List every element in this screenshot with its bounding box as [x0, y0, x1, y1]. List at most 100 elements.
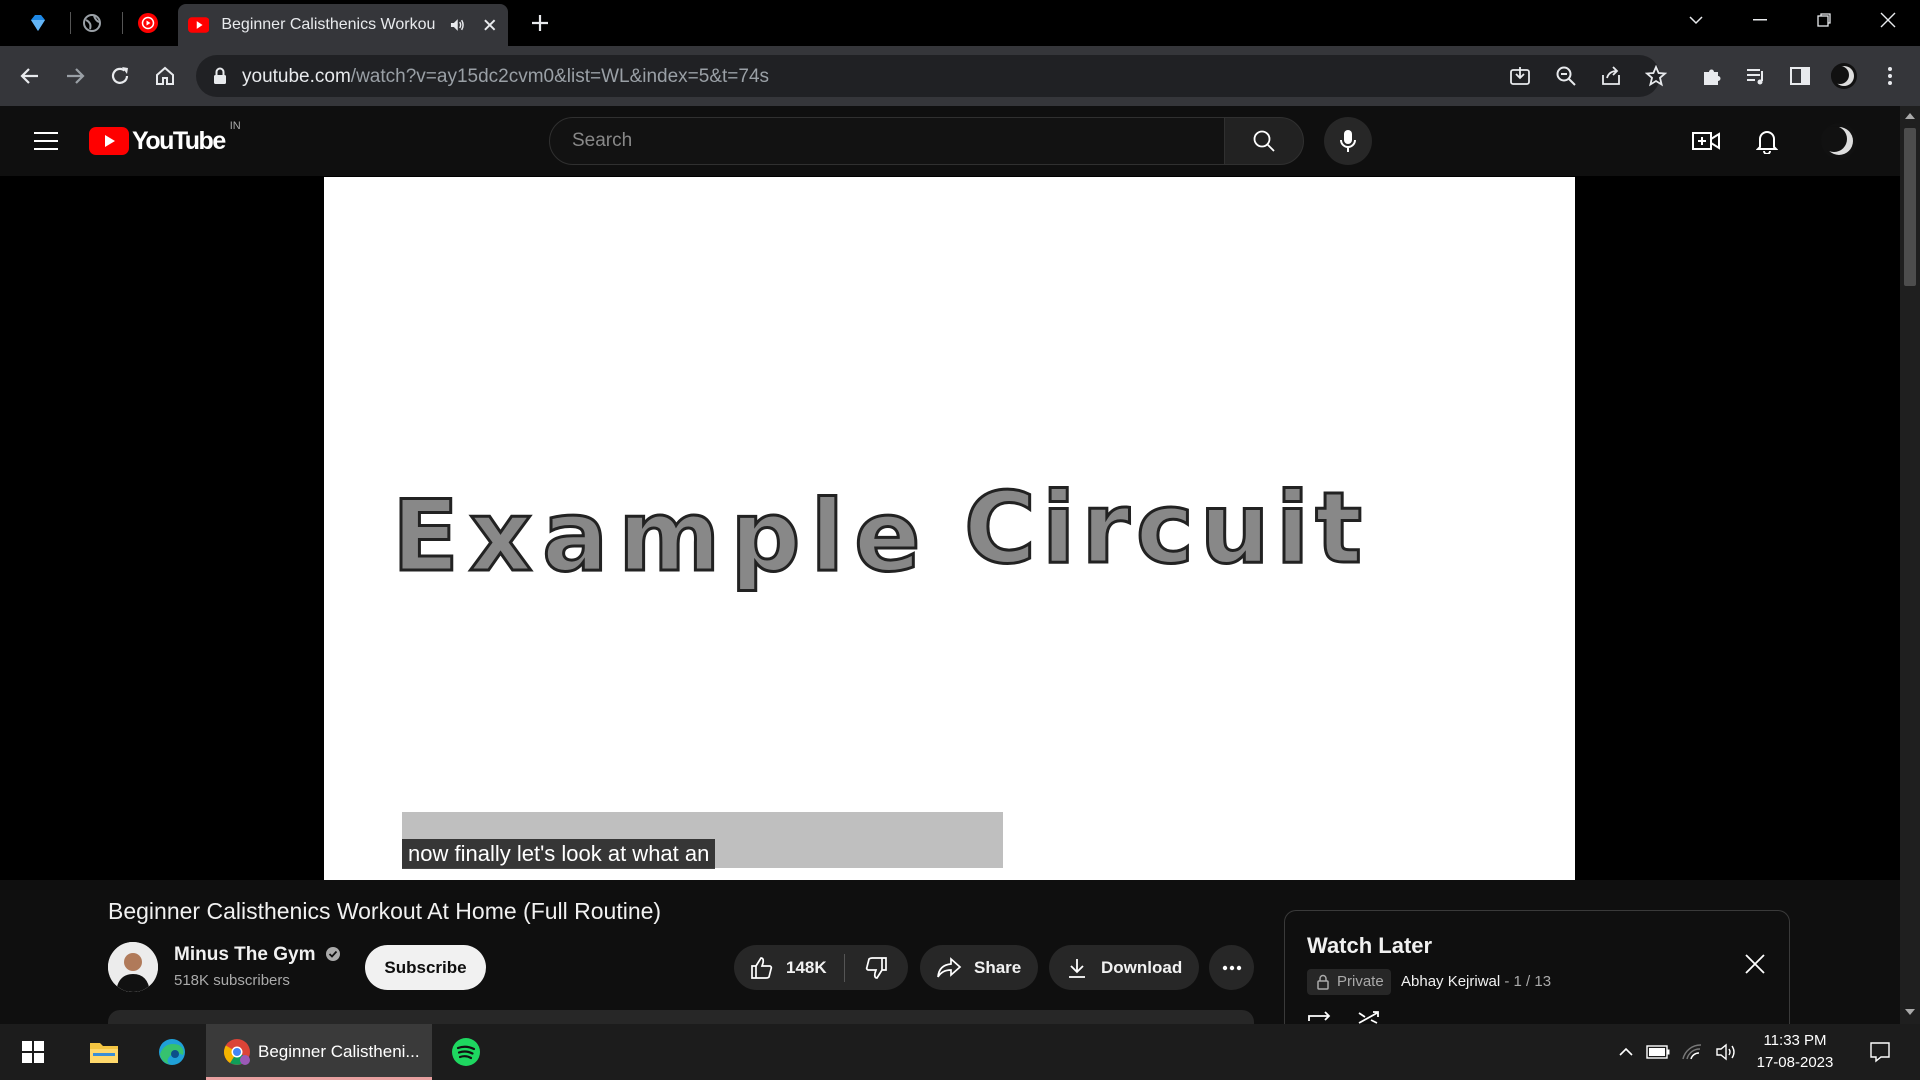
bookmark-star-icon[interactable] — [1645, 65, 1667, 87]
search-button[interactable] — [1224, 117, 1304, 165]
taskbar-file-explorer[interactable] — [82, 1024, 126, 1080]
playlist-owner[interactable]: Abhay Kejriwal — [1401, 973, 1500, 990]
share-label: Share — [974, 957, 1022, 977]
search-input[interactable]: Search — [572, 130, 632, 152]
system-clock[interactable]: 11:33 PM 17-08-2023 — [1750, 1030, 1840, 1074]
download-button[interactable]: Download — [1049, 945, 1199, 990]
youtube-logo-text: YouTube — [132, 126, 226, 155]
account-avatar[interactable] — [1820, 122, 1858, 160]
active-tab-title: Beginner Calisthenics Workout — [221, 16, 435, 33]
browser-menu-button[interactable] — [1872, 58, 1908, 94]
url-text: youtube.com/watch?v=ay15dc2cvm0&list=WL&… — [242, 66, 769, 88]
arrow-left-icon — [20, 68, 38, 84]
volume-indicator[interactable] — [1712, 1024, 1740, 1080]
taskbar-edge[interactable] — [150, 1024, 194, 1080]
forward-button[interactable] — [57, 58, 93, 94]
frame-text-example: Example — [392, 480, 931, 594]
like-count: 148K — [786, 957, 827, 977]
guide-menu-button[interactable] — [28, 126, 64, 156]
url-path: /watch?v=ay15dc2cvm0&list=WL&index=5&t=7… — [350, 66, 770, 87]
show-hidden-icons-button[interactable] — [1614, 1024, 1638, 1080]
media-control-button[interactable] — [1738, 58, 1774, 94]
share-page-icon[interactable] — [1600, 65, 1622, 87]
profile-button[interactable] — [1826, 58, 1862, 94]
voice-search-button[interactable] — [1324, 117, 1372, 165]
download-label: Download — [1101, 957, 1183, 977]
tab-separator — [122, 12, 123, 34]
notifications-button[interactable] — [1749, 123, 1785, 159]
youtube-music-icon — [138, 13, 158, 33]
reload-icon — [111, 67, 129, 84]
more-actions-button[interactable] — [1209, 945, 1254, 990]
home-button[interactable] — [147, 58, 183, 94]
channel-avatar-image — [108, 942, 158, 992]
shuffle-playlist-icon[interactable] — [1357, 1011, 1383, 1025]
taskbar-spotify[interactable] — [444, 1024, 488, 1080]
scroll-down-arrow-icon[interactable] — [1904, 1008, 1916, 1016]
lock-icon[interactable] — [213, 67, 227, 85]
close-tab-icon[interactable] — [482, 17, 498, 33]
close-playlist-button[interactable] — [1740, 949, 1770, 979]
chevron-down-icon — [1689, 16, 1703, 25]
scroll-up-arrow-icon[interactable] — [1904, 112, 1916, 120]
zoom-icon[interactable] — [1555, 65, 1577, 87]
pinned-tab-youtube-music[interactable] — [130, 8, 166, 38]
playlist-title[interactable]: Watch Later — [1307, 933, 1432, 959]
network-indicator[interactable] — [1678, 1024, 1706, 1080]
dislike-button[interactable] — [845, 945, 907, 990]
globe-icon — [83, 14, 101, 32]
diamond-icon — [31, 15, 45, 31]
restore-icon — [1817, 13, 1831, 27]
extensions-button[interactable] — [1694, 58, 1730, 94]
back-button[interactable] — [12, 58, 48, 94]
channel-avatar[interactable] — [108, 942, 158, 992]
page-scrollbar[interactable] — [1900, 106, 1920, 1024]
country-code: IN — [229, 120, 241, 132]
audio-playing-icon[interactable] — [449, 16, 466, 34]
close-window-button[interactable] — [1858, 0, 1918, 40]
close-icon — [1880, 12, 1896, 28]
loop-playlist-icon[interactable] — [1307, 1011, 1333, 1025]
chrome-icon — [224, 1039, 250, 1065]
description-box[interactable] — [108, 1010, 1254, 1024]
subscribe-button[interactable]: Subscribe — [365, 945, 486, 990]
video-details: Beginner Calisthenics Workout At Home (F… — [0, 880, 1900, 1030]
youtube-logo[interactable]: YouTube IN — [89, 120, 241, 156]
folder-icon — [90, 1043, 118, 1063]
video-camera-plus-icon — [1692, 132, 1720, 150]
minimize-button[interactable] — [1730, 0, 1790, 40]
bell-icon — [1756, 131, 1778, 154]
channel-name-text: Minus The Gym — [174, 944, 316, 965]
create-button[interactable] — [1688, 123, 1724, 159]
reload-button[interactable] — [102, 58, 138, 94]
hamburger-icon — [34, 132, 58, 150]
scrollbar-thumb[interactable] — [1904, 128, 1916, 286]
start-button[interactable] — [12, 1024, 54, 1080]
youtube-logo-icon — [89, 127, 129, 155]
speaker-icon — [1716, 1043, 1735, 1061]
pinned-tab-globe[interactable] — [74, 8, 110, 38]
action-center-button[interactable] — [1860, 1024, 1900, 1080]
video-frame-text: Example Circuit — [391, 471, 1364, 596]
install-app-icon[interactable] — [1509, 65, 1531, 87]
search-box[interactable]: Search — [549, 117, 1225, 165]
clock-time: 11:33 PM — [1763, 1032, 1827, 1049]
active-tab[interactable]: Beginner Calisthenics Workout — [178, 4, 508, 46]
address-bar[interactable]: youtube.com/watch?v=ay15dc2cvm0&list=WL&… — [196, 55, 1667, 97]
tab-search-button[interactable] — [1666, 0, 1726, 40]
pinned-tab-gem[interactable] — [20, 8, 56, 38]
side-panel-button[interactable] — [1782, 58, 1818, 94]
subscriber-count: 518K subscribers — [174, 972, 290, 989]
clock-date: 17-08-2023 — [1756, 1054, 1834, 1071]
restore-button[interactable] — [1794, 0, 1854, 40]
channel-name[interactable]: Minus The Gym — [174, 944, 341, 966]
like-dislike-group: 148K — [734, 945, 908, 990]
video-player[interactable]: Example Circuit now finally let's look a… — [324, 177, 1575, 880]
taskbar-chrome-window[interactable]: Beginner Calistheni... — [206, 1024, 432, 1080]
battery-indicator[interactable] — [1644, 1024, 1672, 1080]
thumbs-up-icon — [751, 956, 773, 979]
download-icon — [1069, 958, 1085, 978]
like-button[interactable]: 148K — [734, 945, 844, 990]
new-tab-button[interactable] — [522, 8, 558, 38]
share-button[interactable]: Share — [920, 945, 1038, 990]
